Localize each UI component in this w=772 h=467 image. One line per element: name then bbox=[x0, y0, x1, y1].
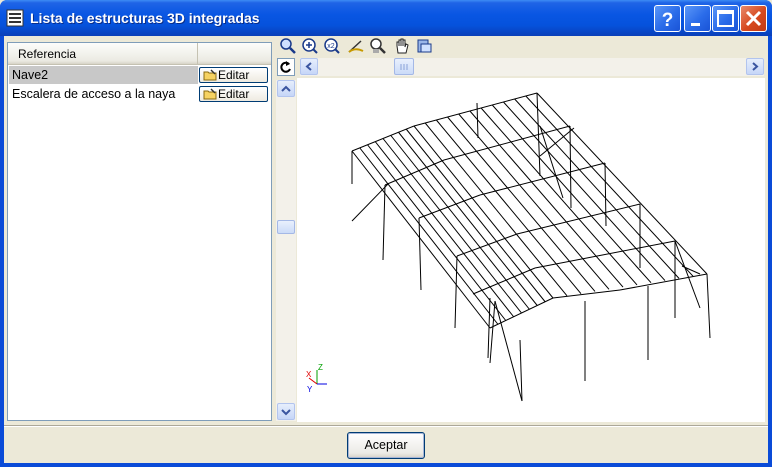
chevron-left-icon bbox=[305, 62, 312, 71]
close-button[interactable] bbox=[740, 5, 767, 32]
vertical-scroll-thumb[interactable] bbox=[277, 220, 295, 234]
maximize-button[interactable] bbox=[712, 5, 739, 32]
minimize-icon bbox=[691, 23, 700, 26]
zoom-out-icon[interactable] bbox=[369, 37, 387, 55]
help-icon: ? bbox=[662, 10, 674, 31]
structure-viewport[interactable]: Z X Y bbox=[297, 78, 765, 422]
window-title: Lista de estructuras 3D integradas bbox=[30, 10, 260, 26]
axis-triad-icon: Z X Y bbox=[306, 363, 327, 394]
close-icon bbox=[745, 10, 762, 27]
axis-x-label: X bbox=[306, 370, 312, 379]
axis-y-label: Y bbox=[307, 385, 313, 394]
structure-list: Referencia Nave2 Editar Escalera de acce… bbox=[7, 42, 272, 421]
vertical-scrollbar[interactable] bbox=[276, 80, 296, 421]
scroll-up-button[interactable] bbox=[277, 80, 295, 97]
title-bar[interactable]: Lista de estructuras 3D integradas ? bbox=[0, 0, 772, 36]
zoom-extents-icon[interactable] bbox=[279, 37, 297, 55]
list-header: Referencia bbox=[8, 43, 271, 65]
edit-button[interactable]: Editar bbox=[199, 86, 268, 102]
scroll-left-button[interactable] bbox=[300, 58, 318, 75]
svg-text:?: ? bbox=[662, 10, 674, 31]
list-item[interactable]: Nave2 Editar bbox=[9, 66, 270, 85]
axis-z-label: Z bbox=[318, 363, 323, 372]
chevron-up-icon bbox=[281, 85, 291, 92]
chevron-down-icon bbox=[281, 409, 291, 416]
rotate-view-icon[interactable] bbox=[347, 37, 365, 55]
zoom-window-icon[interactable] bbox=[301, 37, 319, 55]
column-header-referencia[interactable]: Referencia bbox=[8, 43, 198, 64]
list-item-label[interactable]: Nave2 bbox=[9, 66, 198, 84]
scroll-down-button[interactable] bbox=[277, 403, 295, 420]
minimize-button[interactable] bbox=[684, 5, 711, 32]
rotate-arrow-icon bbox=[280, 61, 291, 73]
edit-folder-icon bbox=[203, 88, 217, 100]
maximize-icon bbox=[717, 10, 734, 27]
warehouse-wireframe bbox=[351, 92, 711, 402]
list-item[interactable]: Escalera de acceso a la naya Editar bbox=[9, 85, 270, 104]
print-view-icon[interactable] bbox=[415, 37, 433, 55]
app-list-icon bbox=[6, 9, 24, 27]
accept-button[interactable]: Aceptar bbox=[347, 432, 425, 459]
svg-text:x2: x2 bbox=[327, 43, 335, 50]
chevron-right-icon bbox=[752, 62, 759, 71]
scroll-right-button[interactable] bbox=[746, 58, 764, 75]
horizontal-scroll-thumb[interactable] bbox=[394, 58, 414, 75]
pan-hand-icon[interactable] bbox=[393, 37, 411, 55]
edit-button-label: Editar bbox=[218, 87, 250, 101]
dialog-window: Lista de estructuras 3D integradas ? Ref… bbox=[0, 0, 772, 467]
zoom-x2-icon[interactable]: x2 bbox=[323, 37, 341, 55]
edit-button-label: Editar bbox=[218, 68, 250, 82]
view-toolbar: x2 bbox=[275, 36, 765, 56]
dialog-client-area: Referencia Nave2 Editar Escalera de acce… bbox=[4, 36, 768, 463]
horizontal-scrollbar[interactable] bbox=[300, 58, 764, 76]
edit-folder-icon bbox=[203, 69, 217, 81]
edit-button[interactable]: Editar bbox=[199, 67, 268, 83]
reset-rotation-button[interactable] bbox=[277, 58, 295, 76]
help-button[interactable]: ? bbox=[654, 5, 681, 32]
footer-divider bbox=[4, 425, 768, 427]
grip-icon bbox=[400, 64, 408, 70]
window-frame-bottom bbox=[0, 463, 772, 467]
list-item-label[interactable]: Escalera de acceso a la naya bbox=[9, 85, 198, 103]
structure-3d-view: x2 Z X Y bbox=[275, 36, 765, 422]
